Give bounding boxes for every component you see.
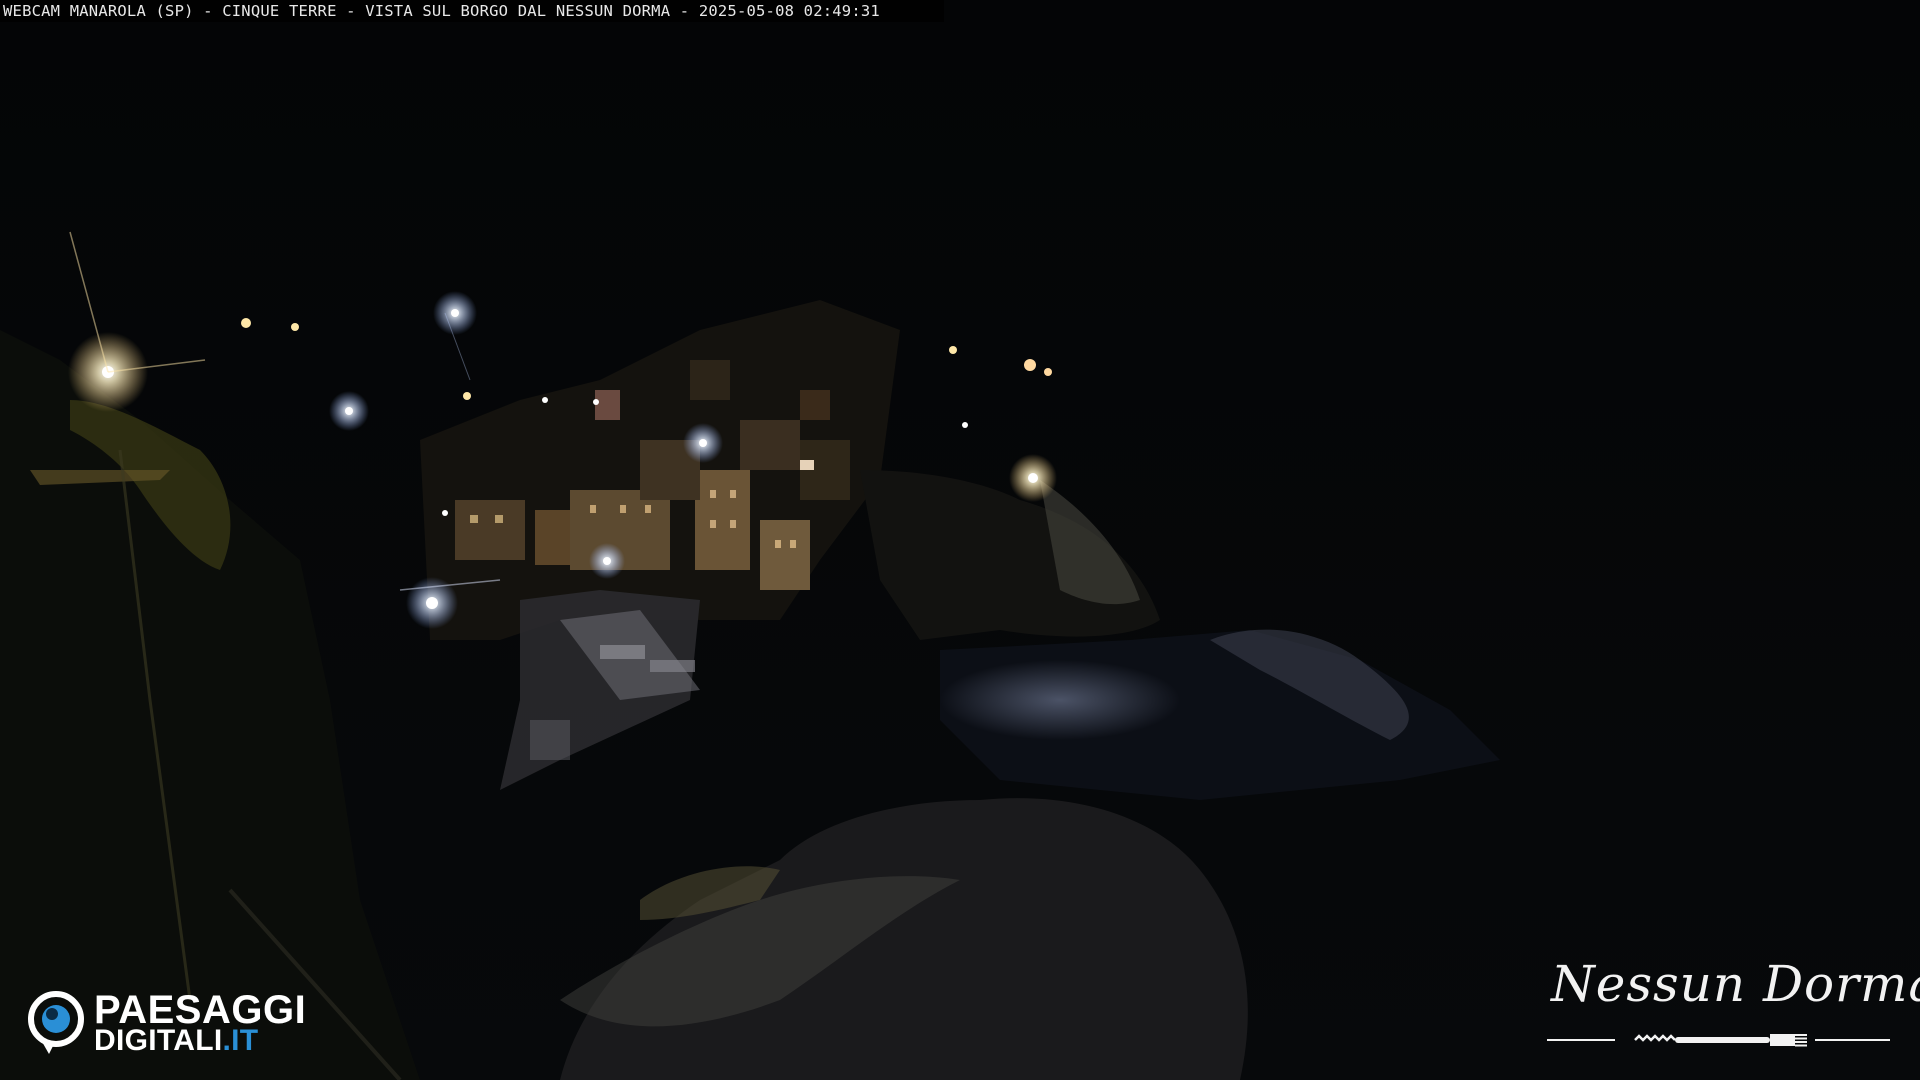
webcam-caption: WEBCAM MANAROLA (SP) - CINQUE TERRE - VI… (3, 2, 880, 20)
logo-text-line2: DIGITALI.IT (94, 1024, 258, 1058)
sea-reflection (940, 660, 1180, 740)
nessun-dorma-script: Nessun Dorma (1551, 955, 1920, 1013)
eye-icon (28, 991, 84, 1054)
logo-text-accent: .IT (222, 1024, 259, 1057)
nessun-dorma-logo: Nessun Dorma (1545, 955, 1920, 1065)
harbour-wall (530, 720, 570, 760)
caption-bar: WEBCAM MANAROLA (SP) - CINQUE TERRE - VI… (0, 0, 944, 22)
boat (650, 660, 695, 672)
logo-text-main: DIGITALI (94, 1024, 223, 1057)
boat (600, 645, 645, 659)
webcam-night-scene (0, 0, 1920, 1080)
paesaggi-digitali-logo: PAESAGGI DIGITALI.IT (27, 988, 347, 1058)
fork-icon (1547, 1034, 1890, 1047)
